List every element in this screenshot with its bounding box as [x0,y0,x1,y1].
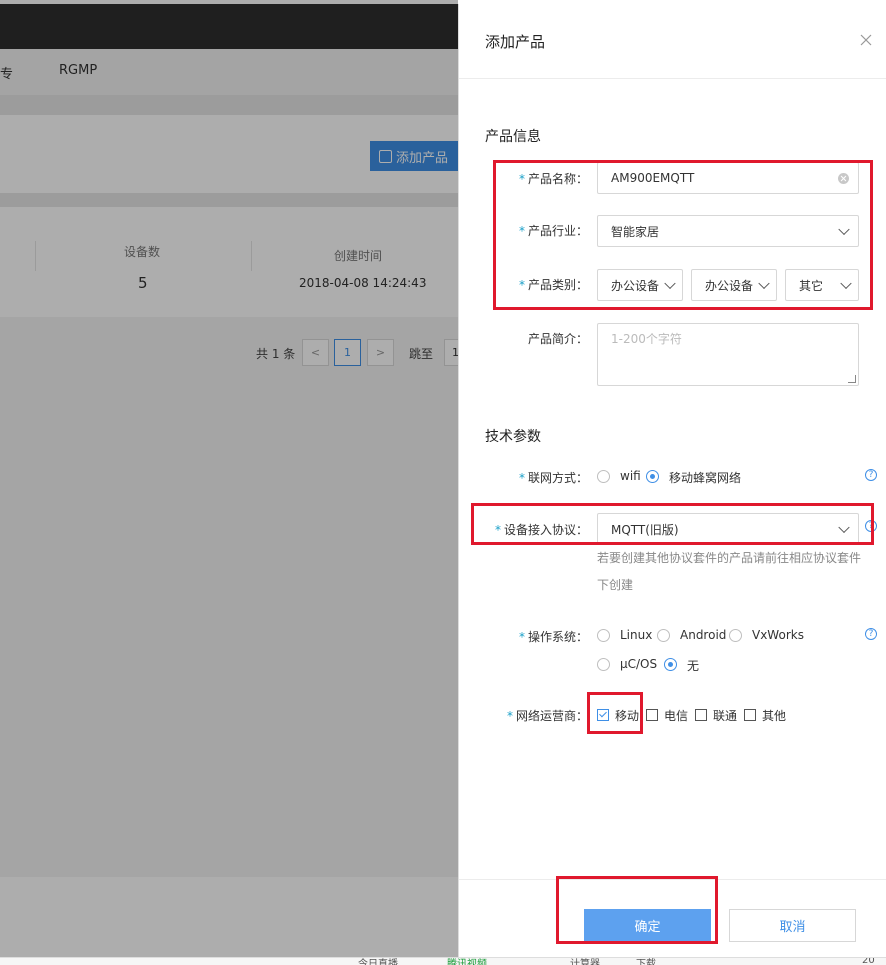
label-text: 产品名称： [527,172,588,186]
os-label: * 操作系统： [500,628,588,645]
carrier-label: * 网络运营商： [490,707,588,724]
product-name-input[interactable]: AM900EMQTT [597,162,859,194]
product-intro-textarea[interactable]: 1-200个字符 [597,323,859,386]
checkbox-other[interactable] [744,709,756,721]
product-industry-label: * 产品行业： [500,222,588,239]
help-icon[interactable]: ? [865,520,877,532]
section-product-info: 产品信息 [485,129,541,145]
product-category-label: * 产品类别： [500,276,588,293]
category-2-value: 办公设备 [705,278,754,293]
checkbox-unicom-label: 联通 [713,709,738,723]
category-1-value: 办公设备 [611,278,660,293]
close-icon[interactable] [857,31,875,49]
help-icon[interactable]: ? [865,628,877,640]
checkbox-unicom[interactable] [695,709,707,721]
radio-ucos[interactable] [597,658,610,671]
drawer-header-divider [459,78,886,79]
label-text: 网络运营商： [515,709,588,723]
required-mark: * [494,523,501,537]
radio-none[interactable] [664,658,677,671]
resize-handle[interactable] [848,375,856,383]
protocol-hint-line-2: 下创建 [597,578,634,592]
product-name-label: * 产品名称： [500,170,588,187]
required-mark: * [518,630,525,644]
required-mark: * [518,278,525,292]
label-text: 产品类别： [527,278,588,292]
chevron-down-icon [840,277,852,290]
label-text: 联网方式： [527,471,588,485]
protocol-select[interactable]: MQTT(旧版) [597,513,859,545]
radio-wifi-label: wifi [620,469,641,483]
radio-vxworks[interactable] [729,629,742,642]
checkbox-mobile-label: 移动 [615,709,640,723]
protocol-hint-line-1: 若要创建其他协议套件的产品请前往相应协议套件 [597,551,862,565]
radio-cellular-label: 移动蜂窝网络 [669,471,742,485]
checkbox-telecom[interactable] [646,709,658,721]
chevron-down-icon [838,223,850,236]
confirm-button[interactable]: 确定 [584,909,711,942]
clear-icon[interactable] [838,172,849,184]
product-category-select-3[interactable]: 其它 [785,269,859,301]
protocol-label: * 设备接入协议： [478,521,588,538]
radio-android[interactable] [657,629,670,642]
chevron-down-icon [838,521,850,534]
chevron-down-icon [758,277,770,290]
label-text: 设备接入协议： [503,523,588,537]
network-label: * 联网方式： [500,469,588,486]
radio-android-label: Android [680,628,727,642]
checkbox-telecom-label: 电信 [664,709,689,723]
radio-none-label: 无 [687,659,700,673]
radio-wifi[interactable] [597,470,610,483]
protocol-value: MQTT(旧版) [611,522,679,537]
radio-linux-label: Linux [620,628,653,642]
category-3-value: 其它 [799,278,824,293]
required-mark: * [518,471,525,485]
product-industry-select[interactable]: 智能家居 [597,215,859,247]
checkbox-mobile[interactable] [597,709,609,721]
drawer-footer-divider [459,879,886,880]
checkbox-other-label: 其他 [762,709,787,723]
radio-linux[interactable] [597,629,610,642]
product-industry-value: 智能家居 [611,224,660,239]
required-mark: * [506,709,513,723]
section-tech-params: 技术参数 [485,429,541,445]
product-category-select-1[interactable]: 办公设备 [597,269,683,301]
intro-placeholder: 1-200个字符 [611,332,682,346]
product-name-value: AM900EMQTT [611,171,695,185]
label-text: 操作系统： [527,630,588,644]
protocol-hint: 若要创建其他协议套件的产品请前往相应协议套件 下创建 [597,545,867,599]
radio-cellular[interactable] [646,470,659,483]
required-mark: * [518,224,525,238]
radio-vxworks-label: VxWorks [752,628,804,642]
modal-overlay[interactable] [0,0,458,964]
radio-ucos-label: μC/OS [620,657,658,671]
chevron-down-icon [664,277,676,290]
help-icon[interactable]: ? [865,469,877,481]
product-intro-label: 产品简介： [527,332,588,346]
cancel-button[interactable]: 取消 [729,909,856,942]
label-text: 产品行业： [527,224,588,238]
product-category-select-2[interactable]: 办公设备 [691,269,777,301]
required-mark: * [518,172,525,186]
drawer-title: 添加产品 [485,33,546,51]
